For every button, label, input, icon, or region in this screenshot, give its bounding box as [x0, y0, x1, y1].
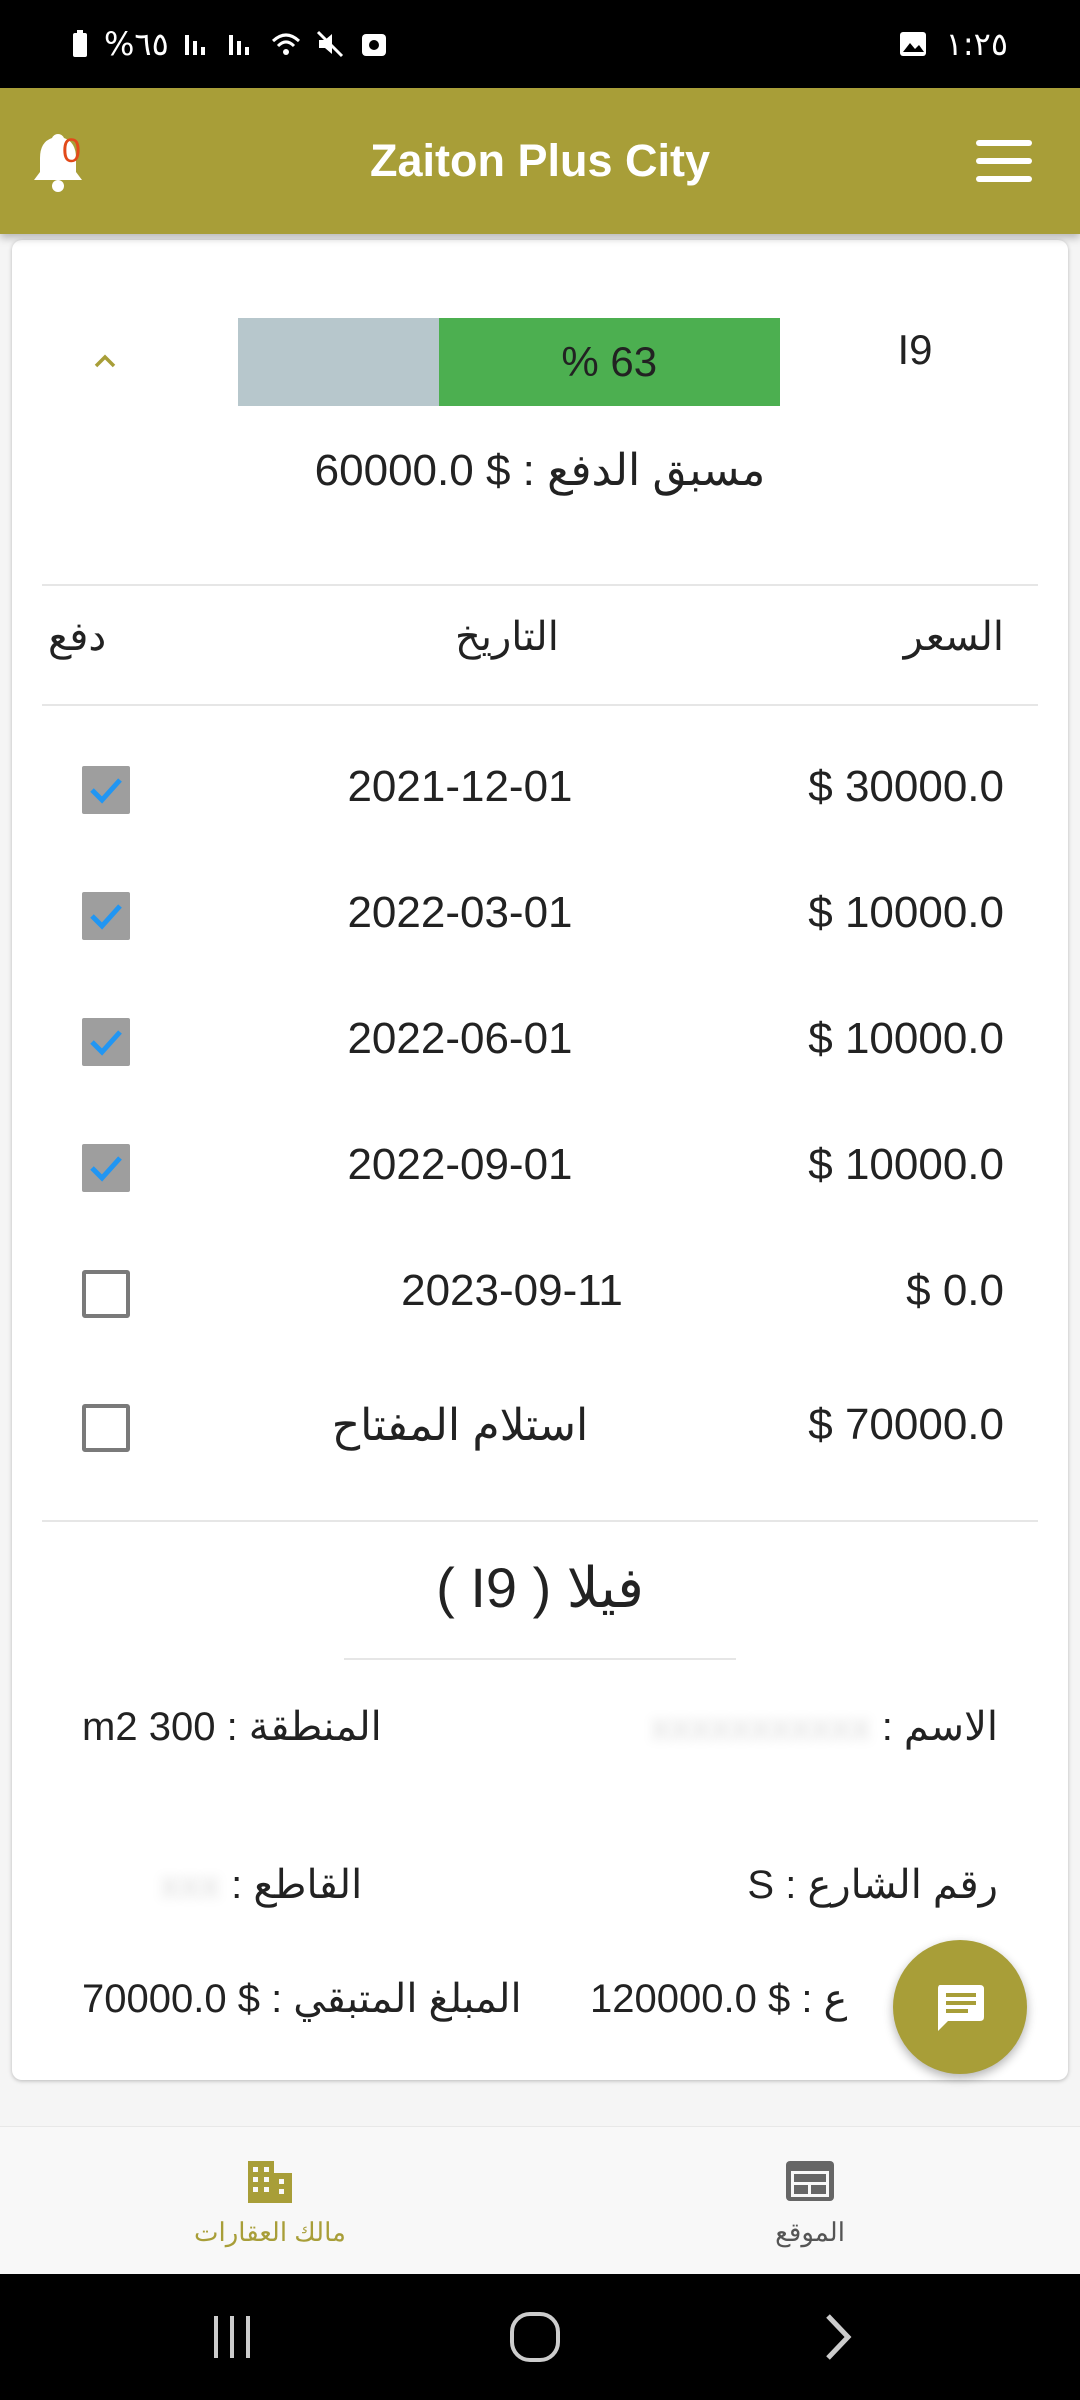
- villa-title: فيلا ( I9 ): [0, 1555, 1080, 1621]
- villa-title-text: فيلا ( I9 ): [436, 1556, 644, 1619]
- street-label: رقم الشارع :: [785, 1863, 998, 1907]
- unit-code: I9: [897, 326, 933, 373]
- sector-field: القاطع : xxx: [160, 1862, 362, 1908]
- menu-icon-line: [976, 140, 1032, 146]
- web-icon: [786, 2161, 834, 2201]
- header-price: السعر: [903, 615, 1004, 659]
- row-price: $ 10000.0: [808, 1140, 1004, 1189]
- nav-label-property-owner: مالك العقارات: [194, 2217, 346, 2247]
- name-label: الاسم :: [881, 1705, 998, 1749]
- nav-label-website: الموقع: [775, 2217, 845, 2247]
- signal-icon-1: [184, 35, 205, 55]
- row-price: $ 30000.0: [808, 762, 1004, 811]
- mute-icon: [316, 30, 343, 58]
- image-icon: [899, 32, 926, 56]
- nav-item-property-owner[interactable]: مالك العقارات: [120, 2127, 420, 2275]
- row-paid-checkbox[interactable]: [82, 766, 130, 814]
- row-price: $ 70000.0: [808, 1400, 1004, 1449]
- menu-icon-line: [976, 158, 1032, 164]
- row-price: $ 10000.0: [808, 888, 1004, 937]
- progress-fill: % 63: [438, 318, 780, 406]
- home-icon[interactable]: [508, 2310, 562, 2364]
- name-value-redacted: xxxxxxxxxxx: [650, 1705, 871, 1749]
- app-bar: 0 Zaiton Plus City: [0, 88, 1080, 234]
- wifi-icon: [271, 33, 300, 55]
- advance-payment: مسبق الدفع : $ 60000.0: [0, 445, 1080, 496]
- header-date: التاريخ: [455, 615, 559, 659]
- row-date: 2022-09-01: [347, 1140, 573, 1189]
- row-paid-checkbox[interactable]: [82, 892, 130, 940]
- row-paid-checkbox[interactable]: [82, 1144, 130, 1192]
- chat-fab[interactable]: [893, 1940, 1027, 2074]
- battery-saver-icon: [73, 30, 87, 57]
- row-paid-checkbox[interactable]: [82, 1270, 130, 1318]
- row-date: 2023-09-11: [401, 1266, 623, 1315]
- app-title: Zaiton Plus City: [369, 135, 711, 186]
- progress-label: % 63: [561, 338, 658, 385]
- app-notification-icon: [361, 34, 386, 56]
- bottom-navigation: مالك العقارات الموقع: [0, 2126, 1080, 2274]
- building-icon: [248, 2161, 292, 2203]
- row-date: 2022-03-01: [347, 888, 573, 937]
- menu-icon-line: [976, 176, 1032, 182]
- remaining-field: 70000.0 المبلغ المتبقي : $: [82, 1976, 522, 2022]
- area-value: 300 m2: [82, 1705, 216, 1749]
- total-field: 120000.0 ع : $: [590, 1976, 847, 2022]
- name-field: الاسم : xxxxxxxxxxx: [651, 1704, 998, 1750]
- chat-icon: [938, 1985, 984, 2031]
- divider: [42, 584, 1038, 586]
- area-field: المنطقة : 300 m2: [82, 1704, 382, 1750]
- street-field: رقم الشارع : S: [747, 1862, 998, 1908]
- back-icon[interactable]: [818, 2310, 858, 2364]
- total-value: 120000.0: [590, 1977, 757, 2021]
- remaining-label: المبلغ المتبقي : $: [237, 1977, 522, 2021]
- row-date: 2022-06-01: [347, 1014, 573, 1063]
- total-label: ع : $: [767, 1977, 848, 2021]
- advance-payment-text: مسبق الدفع : $ 60000.0: [314, 446, 766, 495]
- row-date: استلام المفتاح: [331, 1401, 589, 1450]
- battery-percent: %٦٥: [104, 25, 169, 63]
- divider: [42, 704, 1038, 706]
- remaining-value: 70000.0: [82, 1977, 227, 2021]
- nav-item-website[interactable]: الموقع: [660, 2127, 960, 2275]
- checkmark-icon: [90, 1030, 122, 1056]
- checkmark-icon: [90, 1156, 122, 1182]
- header-paid: دفع: [48, 615, 107, 659]
- checkmark-icon: [90, 904, 122, 930]
- row-price: $ 10000.0: [808, 1014, 1004, 1063]
- row-paid-checkbox[interactable]: [82, 1018, 130, 1066]
- row-price: $ 0.0: [906, 1266, 1004, 1315]
- status-bar: %٦٥ ١:٢٥: [0, 0, 1080, 88]
- signal-icon-2: [228, 35, 249, 55]
- divider: [42, 1520, 1038, 1522]
- sector-value-redacted: xxx: [160, 1863, 220, 1907]
- sector-label: القاطع :: [231, 1863, 363, 1907]
- row-paid-checkbox[interactable]: [82, 1404, 130, 1452]
- row-date: 2021-12-01: [347, 762, 573, 811]
- menu-button[interactable]: [976, 140, 1032, 184]
- recent-apps-icon[interactable]: [208, 2312, 258, 2362]
- chevron-up-icon[interactable]: [90, 346, 120, 376]
- area-label: المنطقة :: [226, 1705, 382, 1749]
- payment-progress-bar: % 63: [238, 318, 780, 406]
- system-navigation-bar: [0, 2274, 1080, 2400]
- divider: [344, 1658, 736, 1660]
- checkmark-icon: [90, 778, 122, 804]
- clock: ١:٢٥: [945, 25, 1008, 63]
- street-value: S: [747, 1863, 775, 1907]
